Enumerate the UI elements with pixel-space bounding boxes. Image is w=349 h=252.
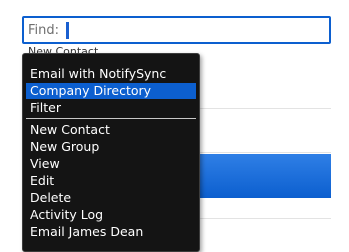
find-label: Find: [28, 23, 60, 38]
menu-item-company-directory[interactable]: Company Directory [26, 83, 196, 99]
contacts-screen: Find: New Contact Email with NotifySync … [0, 0, 349, 252]
menu-item-activity-log[interactable]: Activity Log [26, 207, 196, 223]
menu-item-filter[interactable]: Filter [26, 100, 196, 116]
menu-item-email-contact[interactable]: Email James Dean [26, 224, 196, 240]
menu-item-edit[interactable]: Edit [26, 173, 196, 189]
menu-item-delete[interactable]: Delete [26, 190, 196, 206]
menu-item-new-contact[interactable]: New Contact [26, 122, 196, 138]
text-cursor [66, 22, 69, 39]
find-search-field[interactable]: Find: [22, 16, 331, 44]
menu-item-view[interactable]: View [26, 156, 196, 172]
menu-item-email-notifysync[interactable]: Email with NotifySync [26, 66, 196, 82]
context-menu: Email with NotifySync Company Directory … [22, 53, 200, 252]
list-item-partial[interactable]: New Contact [28, 46, 98, 53]
menu-item-new-group[interactable]: New Group [26, 139, 196, 155]
menu-separator [26, 118, 196, 119]
